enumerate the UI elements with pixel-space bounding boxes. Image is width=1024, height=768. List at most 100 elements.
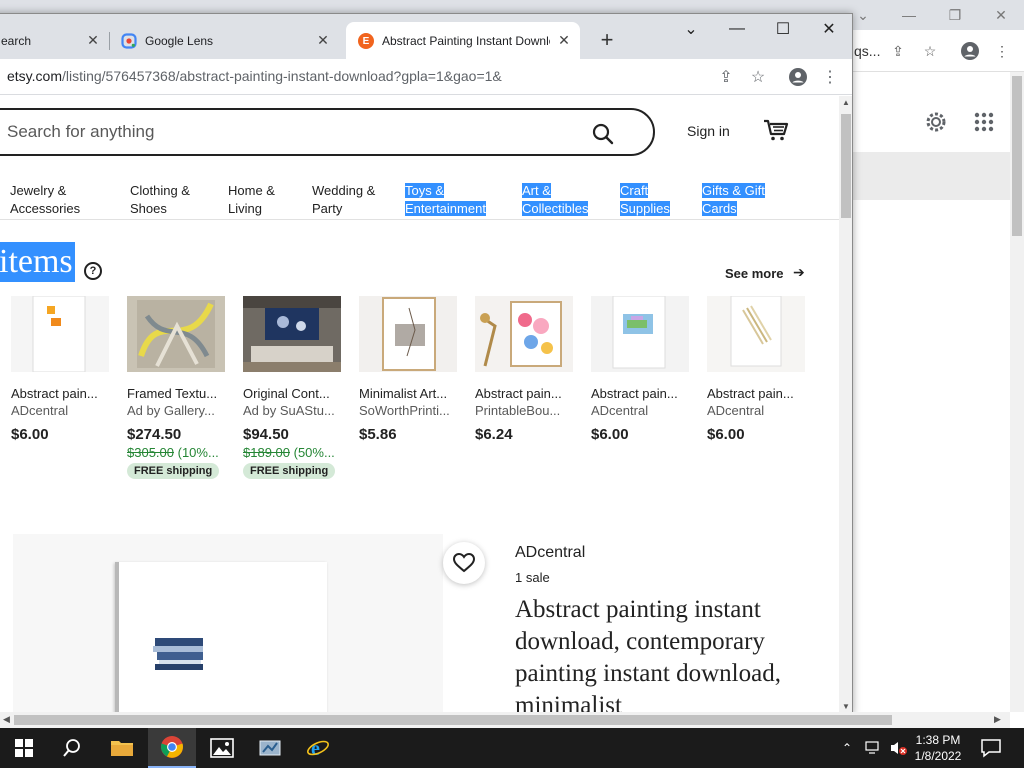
product-title[interactable]: Abstract pain... bbox=[707, 386, 807, 401]
product-title[interactable]: Minimalist Art... bbox=[359, 386, 459, 401]
free-shipping-badge: FREE shipping bbox=[243, 463, 336, 479]
scroll-thumb[interactable] bbox=[14, 715, 892, 725]
minimize-icon[interactable]: — bbox=[714, 14, 760, 44]
listing-artwork[interactable] bbox=[115, 562, 327, 714]
category-wedding[interactable]: Wedding & Party bbox=[312, 182, 375, 218]
share-icon[interactable]: ⇪ bbox=[888, 41, 908, 61]
discount-percent: (10%... bbox=[174, 445, 219, 460]
listing-shop-name[interactable]: ADcentral bbox=[515, 544, 585, 562]
background-url-fragment[interactable]: qs... bbox=[854, 43, 880, 59]
product-card[interactable]: Minimalist Art... SoWorthPrinti... $5.86 bbox=[359, 296, 463, 443]
product-card[interactable]: Framed Textu... Ad by Gallery... $274.50… bbox=[127, 296, 231, 479]
gear-icon[interactable] bbox=[924, 110, 948, 134]
taskbar-search-button[interactable] bbox=[48, 728, 96, 768]
menu-kebab-icon[interactable]: ⋮ bbox=[992, 41, 1012, 61]
product-card[interactable]: Abstract pain... ADcentral $6.00 bbox=[11, 296, 115, 443]
product-image[interactable] bbox=[591, 296, 689, 372]
close-tab-icon[interactable]: ✕ bbox=[315, 32, 331, 48]
tab-search[interactable]: earch ✕ bbox=[0, 22, 109, 59]
background-vertical-scrollbar[interactable] bbox=[1010, 72, 1024, 712]
product-title[interactable]: Abstract pain... bbox=[475, 386, 575, 401]
bookmark-star-icon[interactable]: ☆ bbox=[920, 41, 940, 61]
background-minimize-icon[interactable]: — bbox=[886, 0, 932, 30]
scroll-up-arrow-icon[interactable]: ▲ bbox=[842, 98, 850, 107]
category-line: Gifts & Gift bbox=[702, 183, 765, 198]
chrome-taskbar-button[interactable] bbox=[148, 728, 196, 768]
see-more-link[interactable]: See more bbox=[725, 266, 784, 281]
product-image[interactable] bbox=[359, 296, 457, 372]
photos-taskbar-button[interactable] bbox=[198, 728, 246, 768]
category-toys[interactable]: Toys & Entertainment bbox=[405, 182, 486, 218]
address-bar[interactable]: etsy.com/listing/576457368/abstract-pain… bbox=[7, 68, 502, 84]
product-title[interactable]: Original Cont... bbox=[243, 386, 343, 401]
product-image[interactable] bbox=[11, 296, 109, 372]
file-explorer-button[interactable] bbox=[98, 728, 146, 768]
close-tab-icon[interactable]: ✕ bbox=[556, 32, 572, 48]
internet-explorer-taskbar-button[interactable]: e bbox=[294, 728, 342, 768]
product-shop: ADcentral bbox=[707, 403, 765, 418]
tab-search-chevron-icon[interactable]: ⌄ bbox=[668, 14, 714, 44]
category-gifts[interactable]: Gifts & Gift Cards bbox=[702, 182, 765, 218]
system-tray: ⌃ bbox=[838, 728, 916, 768]
product-card[interactable]: Abstract pain... ADcentral $6.00 bbox=[707, 296, 811, 443]
start-button[interactable] bbox=[0, 728, 48, 768]
profile-icon[interactable] bbox=[960, 41, 980, 61]
search-bar[interactable] bbox=[0, 108, 655, 156]
scroll-left-arrow-icon[interactable]: ◀ bbox=[3, 714, 10, 725]
product-card[interactable]: Abstract pain... ADcentral $6.00 bbox=[591, 296, 695, 443]
share-icon[interactable]: ⇪ bbox=[715, 66, 737, 88]
background-close-icon[interactable]: ✕ bbox=[978, 0, 1024, 30]
scroll-thumb[interactable] bbox=[841, 114, 851, 218]
horizontal-scrollbar[interactable]: ◀ ▶ bbox=[0, 712, 1010, 728]
scroll-down-arrow-icon[interactable]: ▼ bbox=[842, 702, 850, 711]
search-input[interactable] bbox=[7, 122, 567, 142]
product-title[interactable]: Abstract pain... bbox=[591, 386, 691, 401]
category-craft[interactable]: Craft Supplies bbox=[620, 182, 670, 218]
category-line: Craft bbox=[620, 183, 649, 198]
product-image[interactable] bbox=[475, 296, 573, 372]
taskbar-clock[interactable]: 1:38 PM 1/8/2022 bbox=[906, 732, 970, 764]
maximize-icon[interactable]: ☐ bbox=[760, 14, 806, 44]
category-art[interactable]: Art & Collectibles bbox=[522, 182, 589, 218]
category-jewelry[interactable]: Jewelry & Accessories bbox=[10, 182, 80, 218]
close-tab-icon[interactable]: ✕ bbox=[85, 32, 101, 48]
background-restore-icon[interactable]: ❐ bbox=[932, 0, 978, 30]
network-icon[interactable] bbox=[864, 739, 882, 757]
product-image[interactable] bbox=[127, 296, 225, 372]
product-shop: PrintableBou... bbox=[475, 403, 561, 418]
scroll-thumb[interactable] bbox=[1012, 76, 1022, 236]
bookmark-star-icon[interactable]: ☆ bbox=[747, 66, 769, 88]
product-card[interactable]: Abstract pain... PrintableBou... $6.24 bbox=[475, 296, 579, 443]
product-title[interactable]: Framed Textu... bbox=[127, 386, 227, 401]
search-icon[interactable] bbox=[591, 122, 615, 146]
close-window-icon[interactable]: ✕ bbox=[806, 14, 852, 44]
page-vertical-scrollbar[interactable]: ▲ ▼ bbox=[839, 96, 852, 714]
product-image[interactable] bbox=[243, 296, 341, 372]
sign-in-link[interactable]: Sign in bbox=[687, 123, 730, 139]
apps-grid-icon[interactable] bbox=[972, 110, 996, 134]
notification-icon[interactable] bbox=[980, 738, 1002, 758]
help-icon[interactable]: ? bbox=[84, 262, 102, 280]
scroll-right-arrow-icon[interactable]: ▶ bbox=[994, 714, 1001, 725]
product-shop: ADcentral bbox=[591, 403, 649, 418]
new-tab-button[interactable]: + bbox=[595, 27, 619, 52]
favorite-button[interactable] bbox=[443, 542, 485, 584]
tab-etsy-listing[interactable]: E Abstract Painting Instant Download ✕ bbox=[346, 22, 580, 59]
profile-icon[interactable] bbox=[787, 66, 809, 88]
category-home[interactable]: Home & Living bbox=[228, 182, 275, 218]
category-clothing[interactable]: Clothing & Shoes bbox=[130, 182, 190, 218]
menu-kebab-icon[interactable]: ⋮ bbox=[819, 66, 841, 88]
product-card[interactable]: Original Cont... Ad by SuAStu... $94.50 … bbox=[243, 296, 347, 479]
control-panel-taskbar-button[interactable] bbox=[246, 728, 294, 768]
product-title[interactable]: Abstract pain... bbox=[11, 386, 111, 401]
screen: ⌄ — ❐ ✕ qs... ⇪ ☆ ⋮ earch ✕ Google Lens … bbox=[0, 0, 1024, 768]
search-icon bbox=[63, 739, 80, 757]
cart-icon[interactable] bbox=[763, 118, 789, 142]
tab-strip: earch ✕ Google Lens ✕ E Abstract Paintin… bbox=[0, 14, 852, 59]
arrow-right-icon[interactable]: ➔ bbox=[793, 264, 805, 281]
product-price: $274.50 bbox=[127, 426, 182, 443]
product-image[interactable] bbox=[707, 296, 805, 372]
tab-google-lens[interactable]: Google Lens ✕ bbox=[109, 22, 339, 59]
product-shop: Ad by Gallery... bbox=[127, 403, 215, 418]
tray-chevron-up-icon[interactable]: ⌃ bbox=[838, 739, 856, 757]
